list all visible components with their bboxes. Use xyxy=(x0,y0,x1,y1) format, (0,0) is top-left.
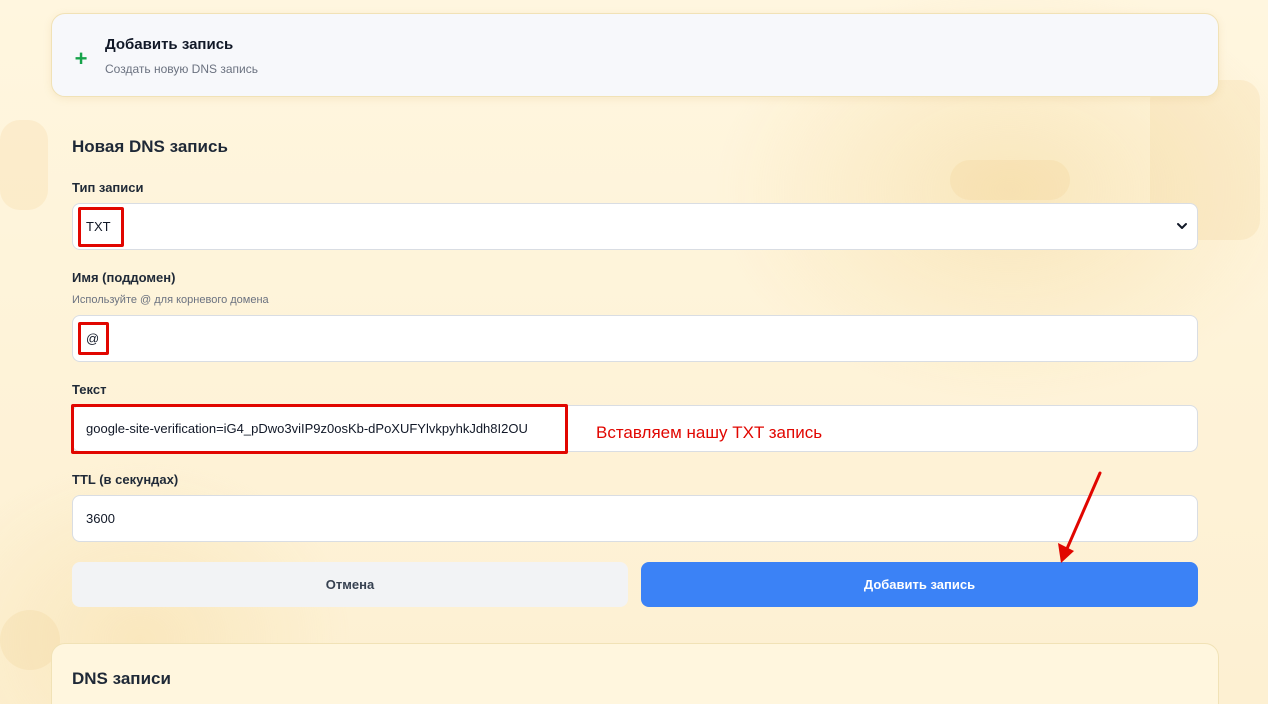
name-label: Имя (поддомен) xyxy=(72,270,176,285)
text-label: Текст xyxy=(72,382,107,397)
add-record-title: Добавить запись xyxy=(105,36,234,53)
name-value: @ xyxy=(86,331,100,346)
ttl-input[interactable]: 3600 xyxy=(72,495,1198,542)
text-value: google-site-verification=iG4_pDwo3viIP9z… xyxy=(86,421,528,436)
form-title: Новая DNS запись xyxy=(72,137,228,156)
annotation-arrow-icon xyxy=(1058,471,1102,563)
name-hint: Используйте @ для корневого домена xyxy=(72,294,269,306)
cancel-button[interactable]: Отмена xyxy=(72,562,628,607)
annotation-text: Вставляем нашу TXT запись xyxy=(596,423,823,442)
ttl-value: 3600 xyxy=(86,511,115,526)
background-decoration xyxy=(950,160,1070,200)
record-type-label: Тип записи xyxy=(72,180,144,195)
add-record-button[interactable]: Добавить запись xyxy=(641,562,1198,607)
ttl-label: TTL (в секундах) xyxy=(72,472,179,487)
record-type-select[interactable]: TXT xyxy=(72,203,1198,250)
chevron-down-icon xyxy=(1177,223,1187,229)
dns-records-title: DNS записи xyxy=(72,669,171,688)
dns-records-card xyxy=(51,643,1219,704)
record-type-value: TXT xyxy=(86,219,111,234)
add-record-subtitle: Создать новую DNS запись xyxy=(105,62,258,76)
plus-icon: + xyxy=(74,46,88,71)
add-record-card[interactable] xyxy=(51,13,1219,97)
name-input[interactable]: @ xyxy=(72,315,1198,362)
background-decoration xyxy=(0,120,48,210)
